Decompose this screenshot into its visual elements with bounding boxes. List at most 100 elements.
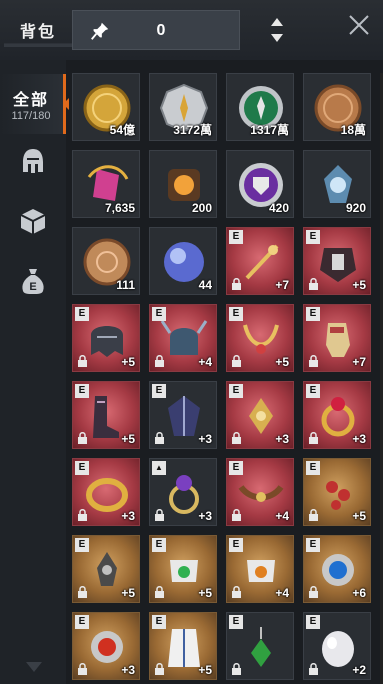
box-icon[interactable] xyxy=(18,206,48,236)
grade-badge: E xyxy=(75,461,89,475)
grade-badge: E xyxy=(229,538,243,552)
inventory-slot[interactable]: E xyxy=(226,612,294,680)
inventory-slot[interactable]: E +5 xyxy=(149,535,217,603)
inventory-slot[interactable]: E +4 xyxy=(226,458,294,526)
grade-badge: E xyxy=(229,384,243,398)
inventory-capacity: 117/180 xyxy=(11,110,51,122)
item-quantity: +5 xyxy=(352,278,366,292)
inventory-slot[interactable]: 18萬 xyxy=(303,73,371,141)
category-all-label: 全部 xyxy=(12,92,49,109)
lock-icon xyxy=(309,663,318,675)
helmet-badge-icon: ▲ xyxy=(152,461,166,475)
item-quantity: +7 xyxy=(275,278,289,292)
item-quantity: 44 xyxy=(198,278,212,292)
category-all[interactable]: 全部 117/180 xyxy=(0,74,69,134)
inventory-slot[interactable]: E +3 xyxy=(149,381,217,449)
grade-badge: E xyxy=(152,538,166,552)
inventory-slot[interactable]: E +6 xyxy=(303,535,371,603)
inventory-slot[interactable]: E +3 xyxy=(72,612,140,680)
inventory-slot[interactable]: E +3 xyxy=(226,381,294,449)
grade-badge: E xyxy=(75,384,89,398)
lock-icon xyxy=(309,509,318,521)
lock-icon xyxy=(232,278,241,290)
item-quantity: 920 xyxy=(345,201,366,215)
inventory-slot[interactable]: E +7 xyxy=(303,304,371,372)
close-icon[interactable] xyxy=(346,12,372,38)
pinned-slot-box[interactable]: 0 xyxy=(72,10,240,50)
inventory-slot[interactable]: ▲ +3 xyxy=(149,458,217,526)
money-bag-icon[interactable]: E xyxy=(18,266,48,296)
item-quantity: +5 xyxy=(121,586,135,600)
grade-badge: E xyxy=(306,307,320,321)
grade-badge: E xyxy=(229,307,243,321)
lock-icon xyxy=(232,432,241,444)
helmet-icon[interactable] xyxy=(18,146,48,176)
sort-icon[interactable] xyxy=(268,16,286,44)
grade-badge: E xyxy=(306,230,320,244)
grade-badge: E xyxy=(306,538,320,552)
lock-icon xyxy=(309,355,318,367)
inventory-slot[interactable]: E +5 xyxy=(72,381,140,449)
grade-badge: E xyxy=(229,461,243,475)
item-quantity: +3 xyxy=(198,432,212,446)
item-quantity: 1317萬 xyxy=(250,123,289,137)
item-quantity: +5 xyxy=(198,586,212,600)
inventory-slot[interactable]: E +4 xyxy=(149,304,217,372)
inventory-slot[interactable]: 44 xyxy=(149,227,217,295)
inventory-slot[interactable]: 920 xyxy=(303,150,371,218)
inventory-slot[interactable]: 7,635 xyxy=(72,150,140,218)
item-quantity: +2 xyxy=(352,663,366,677)
grade-badge: E xyxy=(306,384,320,398)
inventory-slot[interactable]: E +5 xyxy=(149,612,217,680)
inventory-slot[interactable]: E +5 xyxy=(72,535,140,603)
inventory-slot[interactable]: E +5 xyxy=(303,458,371,526)
item-quantity: +5 xyxy=(352,509,366,523)
item-quantity: +5 xyxy=(275,355,289,369)
item-quantity: +3 xyxy=(198,509,212,523)
background-text: ▬▬▬▬▬▬ xyxy=(4,36,76,50)
inventory-slot[interactable]: E +5 xyxy=(226,304,294,372)
item-quantity: +5 xyxy=(198,663,212,677)
grade-badge: E xyxy=(306,615,320,629)
item-quantity: 54億 xyxy=(109,123,135,137)
inventory-slot[interactable]: 54億 xyxy=(72,73,140,141)
inventory-slot[interactable]: E +5 xyxy=(303,227,371,295)
inventory-slot[interactable]: 3172萬 xyxy=(149,73,217,141)
inventory-slot[interactable]: E +4 xyxy=(226,535,294,603)
pinned-count: 0 xyxy=(156,22,166,39)
lock-icon xyxy=(155,586,164,598)
item-quantity: 18萬 xyxy=(340,123,366,137)
item-quantity: +4 xyxy=(198,355,212,369)
inventory-slot[interactable]: 1317萬 xyxy=(226,73,294,141)
inventory-slot[interactable]: 420 xyxy=(226,150,294,218)
category-sidebar: 全部 117/180 E xyxy=(0,60,69,684)
lock-icon xyxy=(78,355,87,367)
scroll-down-icon[interactable] xyxy=(24,660,44,674)
selected-arrow-icon xyxy=(63,98,69,110)
grade-badge: E xyxy=(152,615,166,629)
item-quantity: +4 xyxy=(275,509,289,523)
inventory-slot[interactable]: E +3 xyxy=(72,458,140,526)
item-quantity: 3172萬 xyxy=(173,123,212,137)
item-quantity: 200 xyxy=(191,201,212,215)
grade-badge: E xyxy=(306,461,320,475)
inventory-slot[interactable]: E +2 xyxy=(303,612,371,680)
item-quantity: +5 xyxy=(121,355,135,369)
inventory-slot[interactable]: 200 xyxy=(149,150,217,218)
inventory-slot[interactable]: 111 xyxy=(72,227,140,295)
lock-icon xyxy=(78,586,87,598)
inventory-slot[interactable]: E +3 xyxy=(303,381,371,449)
lock-icon xyxy=(78,432,87,444)
lock-icon xyxy=(155,509,164,521)
grade-badge: E xyxy=(152,384,166,398)
inventory-slot[interactable]: E +7 xyxy=(226,227,294,295)
lock-icon xyxy=(232,355,241,367)
item-quantity: +3 xyxy=(121,663,135,677)
item-quantity: 420 xyxy=(268,201,289,215)
inventory-slot[interactable]: E +5 xyxy=(72,304,140,372)
item-quantity: 111 xyxy=(116,278,135,292)
lock-icon xyxy=(155,663,164,675)
svg-text:E: E xyxy=(29,281,36,293)
item-quantity: 7,635 xyxy=(104,201,135,215)
grade-badge: E xyxy=(229,230,243,244)
